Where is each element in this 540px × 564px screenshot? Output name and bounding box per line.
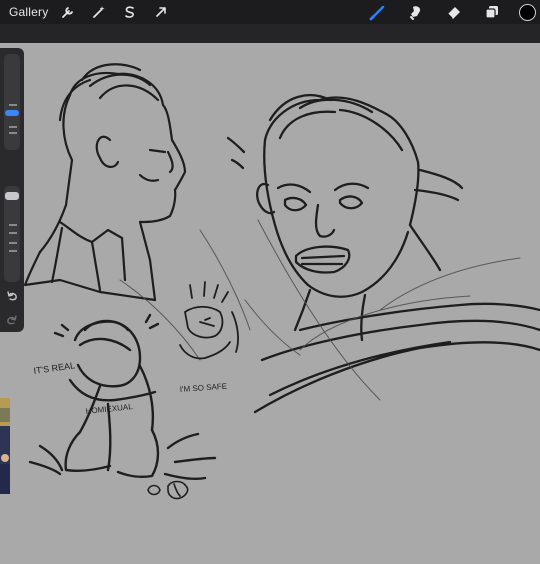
brush-size-thumb[interactable] xyxy=(5,110,19,116)
slider-tick xyxy=(9,250,17,252)
toolbar: Gallery xyxy=(0,0,540,24)
brush-icon[interactable] xyxy=(369,3,387,21)
reference-photo[interactable] xyxy=(0,398,10,494)
brush-sidebar xyxy=(0,48,24,332)
toolbar-shadow xyxy=(0,24,540,43)
annotation-its-real: IT'S REAL xyxy=(33,360,76,376)
layers-icon[interactable] xyxy=(483,3,501,21)
redo-icon[interactable] xyxy=(5,314,19,326)
eraser-icon[interactable] xyxy=(445,3,463,21)
slider-tick xyxy=(9,126,17,128)
slider-tick xyxy=(9,242,17,244)
gallery-button[interactable]: Gallery xyxy=(9,5,48,19)
crouching-figure-sketch xyxy=(28,313,217,480)
brush-size-slider[interactable] xyxy=(4,54,20,150)
magic-wand-icon[interactable] xyxy=(91,4,107,20)
right-toolbar xyxy=(349,0,540,24)
color-picker[interactable] xyxy=(519,3,536,21)
angry-face-sketch xyxy=(226,94,540,414)
slider-tick xyxy=(9,232,17,234)
smudge-icon[interactable] xyxy=(407,3,425,21)
annotation-im-so-safe: I'M SO SAFE xyxy=(180,382,228,394)
opacity-slider[interactable] xyxy=(4,186,20,282)
doodles xyxy=(147,480,189,500)
opacity-thumb[interactable] xyxy=(5,192,19,200)
small-figure-sketch xyxy=(179,281,239,360)
profile-sketch xyxy=(23,63,187,302)
sketch-artwork: IT'S REAL I'M SO SAFE HOMIEXUAL xyxy=(23,63,540,500)
selection-icon[interactable] xyxy=(122,4,138,20)
wrench-icon[interactable] xyxy=(60,4,76,20)
undo-icon[interactable] xyxy=(5,290,19,302)
slider-tick xyxy=(9,132,17,134)
slider-tick xyxy=(9,104,17,106)
transform-icon[interactable] xyxy=(153,4,169,20)
slider-tick xyxy=(9,224,17,226)
